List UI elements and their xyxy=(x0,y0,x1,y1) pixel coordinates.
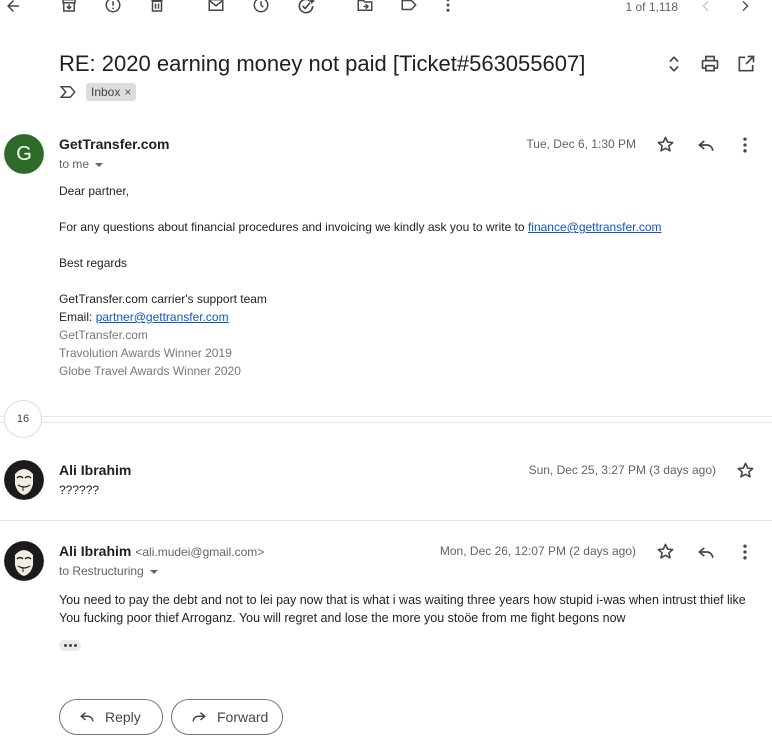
recipient-line[interactable]: to me xyxy=(59,156,104,172)
dot xyxy=(64,644,67,647)
label-icon[interactable] xyxy=(400,0,418,14)
collapsed-divider xyxy=(0,422,772,423)
email-greeting: Dear partner, xyxy=(59,184,130,198)
signature-award: Globe Travel Awards Winner 2020 xyxy=(59,364,241,378)
more-vert-icon[interactable] xyxy=(738,542,752,562)
forward-button[interactable]: Forward xyxy=(171,699,283,735)
signature-site: GetTransfer.com xyxy=(59,328,148,342)
collapsed-divider xyxy=(0,416,772,417)
avatar[interactable]: G xyxy=(4,134,44,174)
signature-email: Email: partner@gettransfer.com xyxy=(59,308,229,326)
signature-award: Travolution Awards Winner 2019 xyxy=(59,346,232,360)
recipient-text: to Restructuring xyxy=(59,564,144,578)
sender-name-text: Ali Ibrahim xyxy=(59,543,132,559)
email-paragraph: For any questions about financial proced… xyxy=(59,218,662,236)
expand-all-icon[interactable] xyxy=(664,54,684,74)
reply-icon[interactable] xyxy=(696,135,716,155)
recipient-line[interactable]: to Restructuring xyxy=(59,563,159,579)
inbox-label-chip[interactable]: Inbox × xyxy=(86,83,137,101)
mark-unread-icon[interactable] xyxy=(207,0,225,14)
message-count: 1 of 1,118 xyxy=(625,0,679,14)
dot xyxy=(69,644,72,647)
message-time: Sun, Dec 25, 3:27 PM (3 days ago) xyxy=(528,463,716,477)
finance-email-link[interactable]: finance@gettransfer.com xyxy=(528,220,662,234)
signature-team: GetTransfer.com carrier's support team xyxy=(59,292,267,306)
chevron-down-icon[interactable] xyxy=(149,567,159,577)
delete-icon[interactable] xyxy=(148,0,166,14)
paragraph-text: For any questions about financial proced… xyxy=(59,220,528,234)
move-to-icon[interactable] xyxy=(356,0,374,14)
message-time: Mon, Dec 26, 12:07 PM (2 days ago) xyxy=(439,544,636,558)
older-icon[interactable] xyxy=(737,0,753,15)
toolbar: 1 of 1,118 xyxy=(0,0,772,18)
email-closing: Best regards xyxy=(59,256,128,270)
sender-name[interactable]: Ali Ibrahim <ali.mudei@gmail.com> xyxy=(59,542,264,561)
reply-button-label: Reply xyxy=(105,709,141,725)
remove-label-button[interactable]: × xyxy=(124,85,131,99)
reply-icon xyxy=(78,709,96,725)
reply-icon[interactable] xyxy=(696,542,716,562)
newer-icon[interactable] xyxy=(698,0,714,15)
forward-icon xyxy=(190,709,208,725)
avatar[interactable] xyxy=(4,460,44,500)
sender-name[interactable]: Ali Ibrahim xyxy=(59,461,131,479)
star-icon[interactable] xyxy=(656,542,675,561)
importance-marker-icon[interactable] xyxy=(59,84,77,100)
archive-icon[interactable] xyxy=(60,0,78,14)
back-arrow-icon[interactable] xyxy=(4,0,22,15)
avatar-letter: G xyxy=(16,143,32,165)
star-icon[interactable] xyxy=(656,135,675,154)
print-icon[interactable] xyxy=(700,54,720,74)
reply-button[interactable]: Reply xyxy=(59,699,163,735)
message-body: You need to pay the debt and not to lei … xyxy=(59,593,746,625)
sender-email: <ali.mudei@gmail.com> xyxy=(135,545,265,559)
chevron-down-icon[interactable] xyxy=(94,160,104,170)
message-divider xyxy=(0,520,772,521)
open-new-window-icon[interactable] xyxy=(736,54,756,74)
recipient-text: to me xyxy=(59,157,90,171)
show-trimmed-content-button[interactable] xyxy=(59,640,81,651)
add-task-icon[interactable] xyxy=(296,0,316,16)
message-time: Tue, Dec 6, 1:30 PM xyxy=(526,137,636,151)
snooze-icon[interactable] xyxy=(252,0,270,14)
sender-name[interactable]: GetTransfer.com xyxy=(59,135,170,153)
forward-button-label: Forward xyxy=(217,709,269,725)
thread-subject: RE: 2020 earning money not paid [Ticket#… xyxy=(59,51,586,76)
more-vert-icon[interactable] xyxy=(738,135,752,155)
partner-email-link[interactable]: partner@gettransfer.com xyxy=(96,310,229,324)
more-vert-icon[interactable] xyxy=(441,0,455,14)
message-snippet: ?????? xyxy=(59,483,100,497)
collapsed-messages-count[interactable]: 16 xyxy=(4,400,42,438)
signature-email-label: Email: xyxy=(59,310,96,324)
inbox-label-text: Inbox xyxy=(91,85,121,99)
avatar[interactable] xyxy=(4,541,44,581)
report-spam-icon[interactable] xyxy=(104,0,122,14)
dot xyxy=(74,644,77,647)
star-icon[interactable] xyxy=(736,461,755,480)
